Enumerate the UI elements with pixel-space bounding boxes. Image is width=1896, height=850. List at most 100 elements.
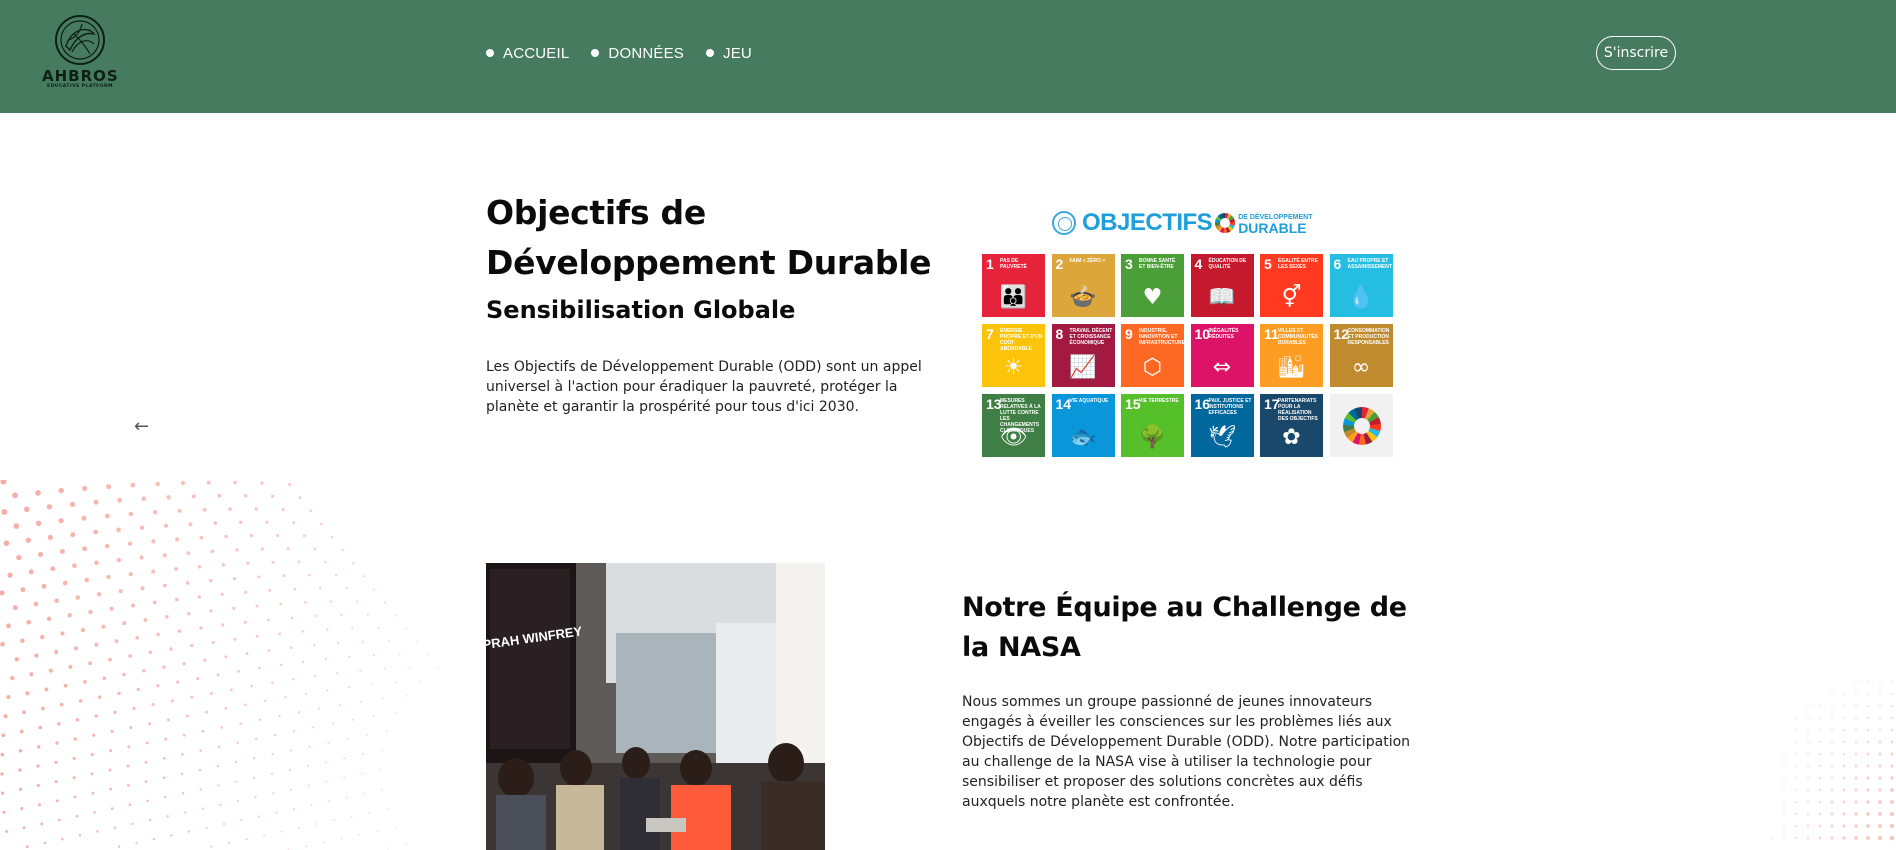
- nav-item-accueil[interactable]: ACCUEIL: [486, 45, 569, 62]
- brand-logo[interactable]: AHBROS EDUCATIVE PLATFORM: [42, 14, 118, 92]
- decor-dot: [78, 834, 82, 837]
- leaf-globe-icon: [55, 15, 105, 65]
- decor-dot: [377, 626, 380, 629]
- sdg-tile-label: Éducation de qualité: [1208, 258, 1247, 270]
- decor-dot: [69, 501, 76, 508]
- decor-dot: [141, 496, 147, 501]
- decor-dot: [1818, 812, 1822, 816]
- decor-dot: [197, 595, 202, 599]
- decor-dot: [1890, 776, 1894, 780]
- decor-dot: [1866, 836, 1870, 840]
- sdg-tile-2: 2 Faim « zéro » 🍲: [1051, 254, 1115, 317]
- decor-dot: [59, 549, 65, 554]
- decor-dot: [1782, 812, 1786, 816]
- decor-dot: [170, 834, 173, 837]
- nav-item-jeu[interactable]: JEU: [706, 45, 752, 62]
- sdg-tile-12: 12 Consommation et production responsable…: [1329, 324, 1393, 387]
- decor-dot: [181, 791, 185, 795]
- decor-dot: [135, 635, 140, 640]
- decor-dot: [148, 650, 153, 655]
- decor-dot: [1818, 836, 1822, 840]
- decor-dot: [386, 808, 388, 810]
- decor-dot: [205, 826, 208, 829]
- decor-dot: [380, 749, 383, 752]
- sdg-goal-icon: ⚥: [1281, 285, 1302, 310]
- decor-dot: [129, 726, 133, 730]
- decor-dot: [186, 611, 191, 616]
- decor-dot: [244, 590, 248, 594]
- decor-dot: [92, 733, 96, 737]
- decor-dot: [1866, 764, 1870, 768]
- sdg-poster: OBJECTIFS DE DÉVELOPPEMENT DURABLE 1 Pas …: [980, 209, 1394, 460]
- decor-dot: [1806, 776, 1810, 780]
- decor-dot: [108, 657, 112, 662]
- decor-dot: [263, 834, 266, 837]
- nav-label: ACCUEIL: [503, 44, 570, 62]
- decor-dot: [1794, 836, 1798, 840]
- decor-dot: [1806, 824, 1810, 828]
- decor-dot: [3, 714, 8, 719]
- decor-dot: [267, 649, 271, 652]
- decor-dot: [1794, 812, 1798, 816]
- sdg-tile-9: 9 Industrie, innovation et infrastructure…: [1121, 324, 1184, 387]
- decor-dot: [324, 657, 327, 661]
- decor-dot: [67, 613, 72, 618]
- sdg-goal-icon: ☀: [1003, 355, 1024, 380]
- decor-dot: [271, 753, 274, 756]
- decor-dot: [210, 549, 215, 554]
- decor-dot: [1783, 753, 1785, 755]
- decor-dot: [26, 845, 29, 848]
- decor-dot: [246, 561, 250, 566]
- team-title: Notre Équipe au Challenge de la NASA: [962, 592, 1407, 663]
- sdg-tile-number: 6: [1333, 256, 1342, 272]
- decor-dot: [127, 541, 133, 546]
- decor-dot: [50, 566, 56, 572]
- decor-dot: [59, 702, 64, 707]
- decor-dot: [26, 619, 32, 625]
- decor-dot: [1890, 740, 1894, 744]
- decor-dot: [72, 776, 76, 780]
- decor-dot: [272, 792, 275, 795]
- decor-dot: [350, 815, 353, 818]
- decor-dot: [233, 480, 237, 485]
- decor-dot: [346, 737, 349, 740]
- decor-dot: [1890, 716, 1894, 720]
- decor-dot: [162, 776, 166, 779]
- decor-dot: [14, 657, 19, 662]
- decor-dot: [18, 768, 22, 772]
- carousel-prev-arrow-icon[interactable]: ←: [134, 418, 152, 436]
- decor-dot: [140, 586, 145, 591]
- decor-dot: [376, 830, 379, 832]
- sdg-tile-number: 2: [1055, 256, 1064, 272]
- decor-dot: [46, 504, 53, 510]
- decor-dot: [68, 664, 73, 669]
- decor-dot: [224, 655, 228, 659]
- decor-dot: [1855, 681, 1857, 683]
- decor-dot: [255, 634, 259, 638]
- decor-dot: [1877, 823, 1883, 829]
- decor-dot: [210, 691, 213, 695]
- decor-dot: [266, 618, 270, 622]
- decor-dot: [257, 815, 261, 818]
- hero-description: Les Objectifs de Développement Durable (…: [486, 359, 922, 415]
- nav-item-donnees[interactable]: DONNÉES: [591, 45, 684, 62]
- decor-dot: [47, 534, 53, 540]
- sdg-goal-icon: ♥: [1142, 285, 1163, 310]
- decor-dot: [1795, 729, 1797, 731]
- decor-dot: [305, 692, 308, 695]
- decor-dot: [253, 776, 256, 779]
- sdg-tile-label: Égalité entre les sexes: [1278, 258, 1319, 270]
- signup-button[interactable]: S'inscrire: [1596, 36, 1676, 70]
- decor-dot: [1806, 812, 1810, 816]
- decor-dot: [209, 578, 213, 583]
- decor-dot: [156, 684, 160, 688]
- decor-dot: [1806, 728, 1810, 732]
- decor-dot: [72, 756, 76, 760]
- main-nav: ACCUEIL DONNÉES JEU: [486, 42, 774, 64]
- decor-dot: [405, 695, 408, 697]
- decor-dot: [128, 803, 132, 806]
- decor-dot: [315, 614, 318, 618]
- decor-dot: [188, 522, 193, 527]
- decor-dot: [132, 706, 136, 711]
- decor-dot: [1843, 693, 1845, 695]
